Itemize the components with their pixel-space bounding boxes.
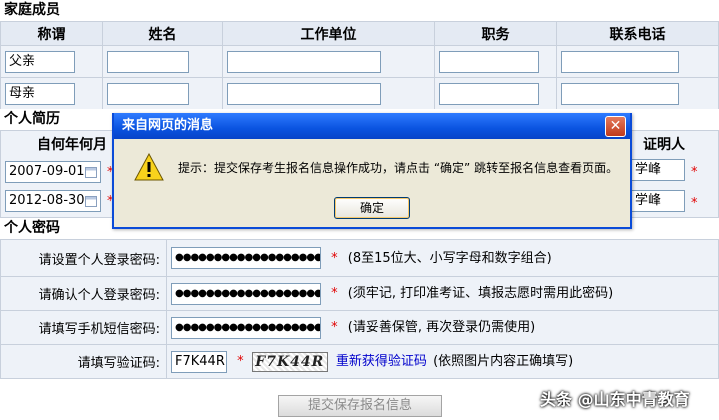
required-mark: * bbox=[691, 196, 698, 211]
family-header-row: 称谓 姓名 工作单位 职务 联系电话 bbox=[0, 21, 719, 46]
resume-date-value-1: 2007-09-01 bbox=[9, 164, 85, 179]
message-dialog: 来自网页的消息 ✕ 提示：提交保存考生报名信息操作成功，请点击 “确定” 跳转至… bbox=[112, 113, 632, 229]
required-mark: * bbox=[691, 165, 698, 180]
password-hint-1: (8至15位大、小写字母和数字组合) bbox=[347, 250, 552, 266]
relation-input-father[interactable]: 父亲 bbox=[5, 50, 75, 73]
position-input-father[interactable] bbox=[439, 50, 539, 73]
password-hint-2: (须牢记, 打印准考证、填报志愿时需用此密码) bbox=[347, 286, 614, 302]
header-position: 职务 bbox=[434, 21, 557, 46]
resume-date-value-2: 2012-08-30 bbox=[9, 193, 85, 208]
ok-button[interactable]: 确定 bbox=[334, 197, 410, 219]
dialog-title: 来自网页的消息 bbox=[114, 113, 630, 139]
password-row-1: 请设置个人登录密码: ●●●●●●●●●●●●●●●●●●●● * (8至15位… bbox=[0, 239, 719, 277]
relation-input-mother[interactable]: 母亲 bbox=[5, 82, 75, 105]
warning-icon bbox=[134, 152, 164, 185]
required-mark: * bbox=[331, 250, 338, 266]
header-phone: 联系电话 bbox=[556, 21, 719, 46]
dialog-message: 提示：提交保存考生报名信息操作成功，请点击 “确定” 跳转至报名信息查看页面。 bbox=[178, 161, 619, 175]
family-table: 称谓 姓名 工作单位 职务 联系电话 父亲 母亲 bbox=[0, 21, 719, 110]
family-row-father: 父亲 bbox=[0, 45, 719, 78]
password-label-3: 请填写手机短信密码: bbox=[0, 310, 167, 345]
resume-row-1: 2007-09-01 bbox=[5, 161, 101, 183]
family-row-mother: 母亲 bbox=[0, 77, 719, 110]
close-icon[interactable]: ✕ bbox=[605, 116, 626, 137]
captcha-hint: (依照图片内容正确填写) bbox=[433, 354, 574, 370]
resume-date-input-2[interactable]: 2012-08-30 bbox=[5, 190, 101, 212]
work-input-mother[interactable] bbox=[227, 82, 381, 105]
captcha-row: 请填写验证码: F7K44R * F7K44R 重新获得验证码 (依照图片内容正… bbox=[0, 344, 719, 379]
password-row-2: 请确认个人登录密码: ●●●●●●●●●●●●●●●●●●●● * (须牢记, … bbox=[0, 276, 719, 311]
password-row-3: 请填写手机短信密码: ●●●●●●●●●●●●●●●●●●●● * (请妥善保管… bbox=[0, 310, 719, 345]
phone-input-mother[interactable] bbox=[561, 82, 679, 105]
password-label-2: 请确认个人登录密码: bbox=[0, 276, 167, 311]
required-mark: * bbox=[331, 320, 338, 336]
captcha-image[interactable]: F7K44R bbox=[251, 351, 328, 372]
login-password-input[interactable]: ●●●●●●●●●●●●●●●●●●●● bbox=[171, 247, 321, 270]
required-mark: * bbox=[237, 354, 244, 370]
calendar-icon[interactable] bbox=[85, 166, 97, 178]
header-relation: 称谓 bbox=[0, 21, 103, 46]
sms-password-input[interactable]: ●●●●●●●●●●●●●●●●●●●● bbox=[171, 316, 321, 339]
phone-input-father[interactable] bbox=[561, 50, 679, 73]
family-section-title: 家庭成员 bbox=[0, 0, 719, 21]
position-input-mother[interactable] bbox=[439, 82, 539, 105]
resume-header-from: 自何年何月 bbox=[37, 137, 107, 153]
work-input-father[interactable] bbox=[227, 50, 381, 73]
name-input-father[interactable] bbox=[107, 50, 189, 73]
header-work: 工作单位 bbox=[222, 21, 435, 46]
resume-date-input-1[interactable]: 2007-09-01 bbox=[5, 161, 101, 183]
password-table: 请设置个人登录密码: ●●●●●●●●●●●●●●●●●●●● * (8至15位… bbox=[0, 239, 719, 379]
header-name: 姓名 bbox=[102, 21, 223, 46]
resume-header-witness: 证明人 bbox=[643, 137, 685, 153]
captcha-input[interactable]: F7K44R bbox=[171, 350, 227, 373]
calendar-icon[interactable] bbox=[85, 195, 97, 207]
resume-witness-input-2[interactable]: 学峰 bbox=[631, 190, 685, 212]
required-mark: * bbox=[331, 286, 338, 302]
name-input-mother[interactable] bbox=[107, 82, 189, 105]
captcha-label: 请填写验证码: bbox=[0, 344, 167, 379]
resume-witness-input-1[interactable]: 学峰 bbox=[631, 159, 685, 181]
confirm-password-input[interactable]: ●●●●●●●●●●●●●●●●●●●● bbox=[171, 282, 321, 305]
refresh-captcha-link[interactable]: 重新获得验证码 bbox=[336, 354, 427, 369]
resume-row-2: 2012-08-30 bbox=[5, 190, 101, 212]
password-hint-3: (请妥善保管, 再次登录仍需使用) bbox=[347, 320, 536, 336]
submit-button[interactable]: 提交保存报名信息 bbox=[278, 395, 442, 417]
watermark: 头条 @山东中青教育 bbox=[540, 390, 690, 409]
password-label-1: 请设置个人登录密码: bbox=[0, 239, 167, 277]
